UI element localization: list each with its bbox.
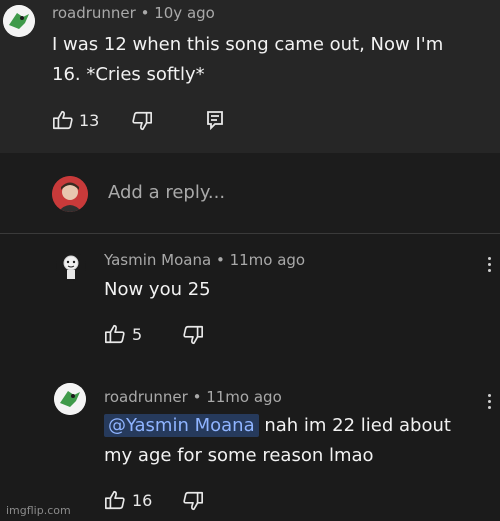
add-reply-input[interactable]: Add a reply...: [108, 178, 225, 208]
reply-text-part: nah im 22 lied about: [264, 415, 451, 436]
thumbs-down-icon[interactable]: [131, 110, 153, 136]
comment-text-line-1: I was 12 when this song came out, Now I'…: [52, 34, 444, 55]
current-user-avatar: [52, 176, 88, 212]
like-count: 16: [132, 491, 153, 510]
reply-author[interactable]: Yasmin Moana: [104, 251, 211, 269]
thumbs-down-icon[interactable]: [182, 490, 204, 516]
thumbs-up-icon[interactable]: [52, 109, 74, 135]
thumbs-down-icon[interactable]: [182, 324, 204, 350]
comment-meta: roadrunner • 10y ago: [52, 4, 215, 22]
comment-author[interactable]: roadrunner: [52, 4, 136, 22]
reply-time: 11mo ago: [206, 388, 282, 406]
like-count: 13: [79, 111, 100, 130]
reply-text: Now you 25: [104, 279, 211, 300]
reply-text-line-2: my age for some reason lmao: [104, 445, 374, 466]
reply-time: 11mo ago: [229, 251, 306, 269]
like-count: 5: [132, 325, 143, 344]
thumbs-up-icon[interactable]: [104, 489, 126, 515]
reply-icon[interactable]: [206, 110, 224, 134]
reply-text-line-1: @Yasmin Moana nah im 22 lied about: [104, 411, 451, 441]
divider: [0, 233, 500, 234]
mention-link[interactable]: @Yasmin Moana: [104, 414, 259, 437]
comment-text-line-2: 16. *Cries softly*: [52, 64, 205, 85]
reply-meta: roadrunner • 11mo ago: [104, 388, 282, 406]
roadrunner-avatar[interactable]: [3, 5, 35, 37]
more-options-icon[interactable]: [488, 257, 492, 275]
reply-meta: Yasmin Moana • 11mo ago: [104, 251, 306, 269]
top-comment: roadrunner • 10y ago I was 12 when this …: [0, 0, 500, 153]
reply-box: Add a reply...: [0, 153, 500, 233]
comment-time: 10y ago: [154, 4, 215, 22]
more-options-icon[interactable]: [488, 394, 492, 412]
roadrunner-avatar[interactable]: [54, 383, 86, 415]
reply-author[interactable]: roadrunner: [104, 388, 188, 406]
thumbs-up-icon[interactable]: [104, 323, 126, 349]
yasmin-avatar[interactable]: [56, 251, 86, 281]
watermark: imgflip.com: [6, 504, 71, 517]
